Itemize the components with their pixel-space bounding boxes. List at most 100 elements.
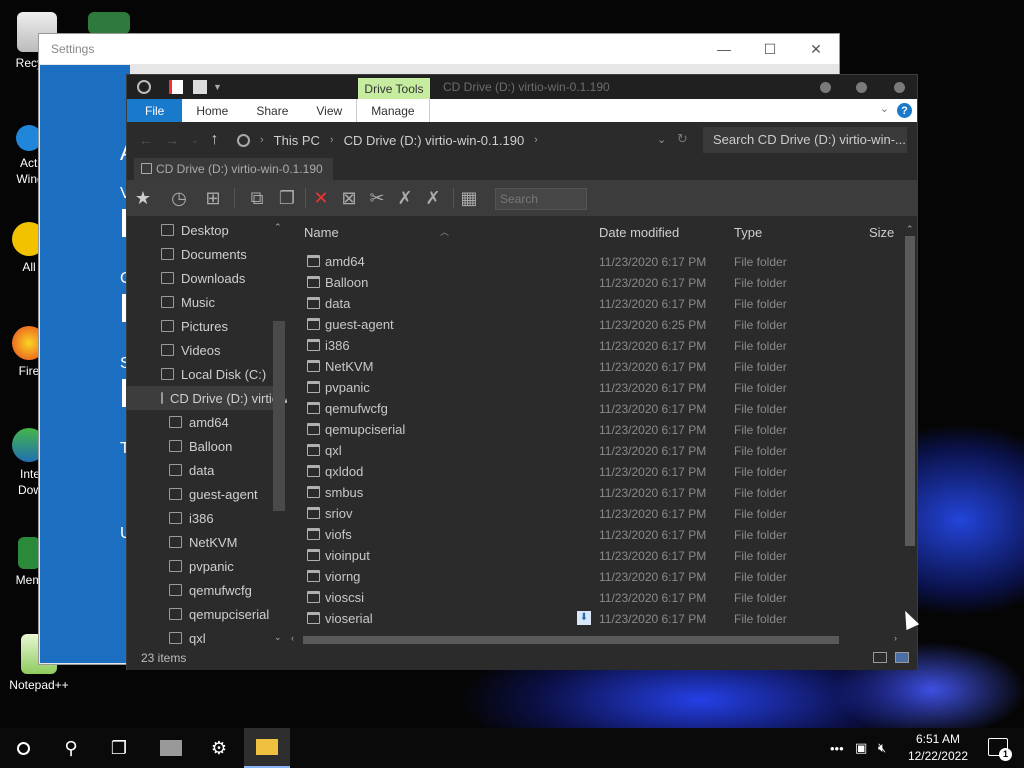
delete-permanently-icon[interactable]: ⊠ xyxy=(337,186,361,210)
details-view-icon[interactable] xyxy=(873,652,887,663)
folder-tab[interactable]: CD Drive (D:) virtio-win-0.1.190 xyxy=(134,158,333,180)
minimize-button[interactable]: — xyxy=(701,34,747,64)
breadcrumb-cd-drive[interactable]: CD Drive (D:) virtio-win-0.1.190 xyxy=(344,133,525,148)
file-row[interactable]: data 11/23/2020 6:17 PM File folder xyxy=(287,293,902,314)
column-date-modified[interactable]: Date modified xyxy=(599,225,679,240)
taskbar-app-network[interactable] xyxy=(148,728,194,768)
tab-file[interactable]: File xyxy=(127,99,183,122)
file-row[interactable]: vioinput 11/23/2020 6:17 PM File folder xyxy=(287,545,902,566)
column-type[interactable]: Type xyxy=(734,225,762,240)
back-arrow-icon[interactable]: ← xyxy=(139,132,153,148)
scroll-left-arrow-icon[interactable]: ‹ xyxy=(291,633,294,643)
breadcrumb-this-pc[interactable]: This PC xyxy=(274,133,320,148)
file-explorer-window[interactable]: ▼ Drive Tools CD Drive (D:) virtio-win-0… xyxy=(126,74,918,670)
file-list-vertical-scrollbar[interactable]: ⌃ ⌄ xyxy=(904,224,916,631)
file-row[interactable]: i386 11/23/2020 6:17 PM File folder xyxy=(287,335,902,356)
vertical-scroll-thumb[interactable] xyxy=(905,236,915,546)
nav-item[interactable]: Local Disk (C:) xyxy=(127,362,273,386)
remove-icon[interactable]: ✗ xyxy=(421,186,445,210)
file-row[interactable]: NetKVM 11/23/2020 6:17 PM File folder xyxy=(287,356,902,377)
taskbar-app-file-explorer[interactable] xyxy=(244,728,290,768)
large-icons-view-icon[interactable] xyxy=(895,652,909,663)
scroll-down-arrow-icon[interactable]: ⌄ xyxy=(274,632,282,643)
file-row[interactable]: smbus 11/23/2020 6:17 PM File folder xyxy=(287,482,902,503)
file-row[interactable]: sriov 11/23/2020 6:17 PM File folder xyxy=(287,503,902,524)
horizontal-scroll-thumb[interactable] xyxy=(303,636,839,644)
search-button[interactable]: ⚲ xyxy=(48,728,94,768)
volume-muted-icon[interactable]: 🔇︎ xyxy=(878,728,886,768)
file-row[interactable]: qxl 11/23/2020 6:17 PM File folder xyxy=(287,440,902,461)
close-button[interactable]: ✕ xyxy=(793,34,839,64)
nav-item[interactable]: qxl xyxy=(127,626,273,646)
system-clock[interactable]: 6:51 AM 12/22/2022 xyxy=(908,731,968,765)
file-row[interactable]: qemupciserial 11/23/2020 6:17 PM File fold… xyxy=(287,419,902,440)
tab-share[interactable]: Share xyxy=(242,99,302,122)
cut-icon[interactable]: ✂ xyxy=(365,186,389,210)
address-dropdown-icon[interactable]: ⌄ xyxy=(657,133,666,146)
nav-pane-scrollbar[interactable]: ⌃ ⌄ xyxy=(273,218,285,646)
file-row[interactable]: qxldod 11/23/2020 6:17 PM File folder xyxy=(287,461,902,482)
taskbar-app-settings[interactable]: ⚙ xyxy=(196,728,242,768)
nav-item[interactable]: Balloon xyxy=(127,434,273,458)
tab-home[interactable]: Home xyxy=(182,99,242,122)
recent-locations-icon[interactable]: ⌄ xyxy=(191,135,199,146)
windows-logo-icon[interactable]: ⊞ xyxy=(201,186,225,210)
network-icon[interactable]: ▣ xyxy=(855,728,867,768)
file-row[interactable]: pvpanic 11/23/2020 6:17 PM File folder xyxy=(287,377,902,398)
close-button[interactable] xyxy=(894,82,905,93)
scroll-up-arrow-icon[interactable]: ⌃ xyxy=(274,222,282,233)
nav-item[interactable]: pvpanic xyxy=(127,554,273,578)
tray-overflow[interactable]: ••• xyxy=(830,728,844,768)
minimize-button[interactable] xyxy=(820,82,831,93)
file-row[interactable]: qemufwcfg 11/23/2020 6:17 PM File folder xyxy=(287,398,902,419)
tab-view[interactable]: View xyxy=(302,99,356,122)
favorites-star-icon[interactable]: ★ xyxy=(131,186,155,210)
nav-item[interactable]: i386 xyxy=(127,506,273,530)
file-row[interactable]: Balloon 11/23/2020 6:17 PM File folder xyxy=(287,272,902,293)
file-row[interactable]: viofs 11/23/2020 6:17 PM File folder xyxy=(287,524,902,545)
maximize-button[interactable] xyxy=(856,82,867,93)
history-icon[interactable]: ◷ xyxy=(167,186,191,210)
nav-item[interactable]: NetKVM xyxy=(127,530,273,554)
delete-icon[interactable]: ✕ xyxy=(309,186,333,210)
scroll-up-arrow-icon[interactable]: ⌃ xyxy=(906,224,914,235)
address-bar[interactable]: › This PC › CD Drive (D:) virtio-win-0.1… xyxy=(237,128,695,152)
refresh-icon[interactable]: ↻ xyxy=(677,131,688,147)
toolbar-search-input[interactable]: Search xyxy=(495,188,587,210)
start-button[interactable] xyxy=(0,728,46,768)
copy-to-icon[interactable]: ⧉ xyxy=(245,186,269,210)
column-name[interactable]: Name xyxy=(304,225,339,240)
tab-manage[interactable]: Manage xyxy=(356,99,430,122)
drive-tools-context-tab[interactable]: Drive Tools xyxy=(358,78,430,99)
file-row[interactable]: amd64 11/23/2020 6:17 PM File folder xyxy=(287,251,902,272)
view-options-icon[interactable]: ▦ xyxy=(457,186,481,210)
quick-access-dropdown-icon[interactable]: ▼ xyxy=(213,82,222,92)
nav-item[interactable]: Desktop xyxy=(127,218,273,242)
forward-arrow-icon[interactable]: → xyxy=(165,132,179,148)
explorer-titlebar[interactable]: ▼ Drive Tools CD Drive (D:) virtio-win-0… xyxy=(127,75,917,99)
new-folder-icon[interactable] xyxy=(193,80,207,94)
file-row[interactable]: vioscsi 11/23/2020 6:17 PM File folder xyxy=(287,587,902,608)
column-size[interactable]: Size xyxy=(869,225,894,240)
help-button[interactable]: ? xyxy=(897,103,912,118)
up-arrow-icon[interactable]: ↑ xyxy=(211,131,219,149)
file-row[interactable]: guest-agent 11/23/2020 6:25 PM File folder xyxy=(287,314,902,335)
settings-titlebar[interactable]: Settings — ☐ ✕ xyxy=(39,34,839,64)
nav-item[interactable]: Downloads xyxy=(127,266,273,290)
nav-item[interactable]: Videos xyxy=(127,338,273,362)
file-list-horizontal-scrollbar[interactable]: ‹ › xyxy=(289,633,904,646)
task-view-button[interactable]: ❐ xyxy=(96,728,142,768)
file-row[interactable]: viorng 11/23/2020 6:17 PM File folder xyxy=(287,566,902,587)
file-row[interactable]: vioserial ⬇ 11/23/2020 6:17 PM File folder xyxy=(287,608,902,629)
nav-item[interactable]: CD Drive (D:) virtio-win-0.1.190 xyxy=(127,386,287,410)
maximize-button[interactable]: ☐ xyxy=(747,34,793,64)
nav-item[interactable]: qemupciserial xyxy=(127,602,273,626)
nav-item[interactable]: Music xyxy=(127,290,273,314)
nav-pane-scroll-thumb[interactable] xyxy=(273,321,285,511)
nav-item[interactable]: Pictures xyxy=(127,314,273,338)
rename-icon[interactable]: ✗ xyxy=(393,186,417,210)
scroll-right-arrow-icon[interactable]: › xyxy=(894,633,897,643)
nav-item[interactable]: data xyxy=(127,458,273,482)
nav-item[interactable]: guest-agent xyxy=(127,482,273,506)
move-to-icon[interactable]: ❐ xyxy=(275,186,299,210)
